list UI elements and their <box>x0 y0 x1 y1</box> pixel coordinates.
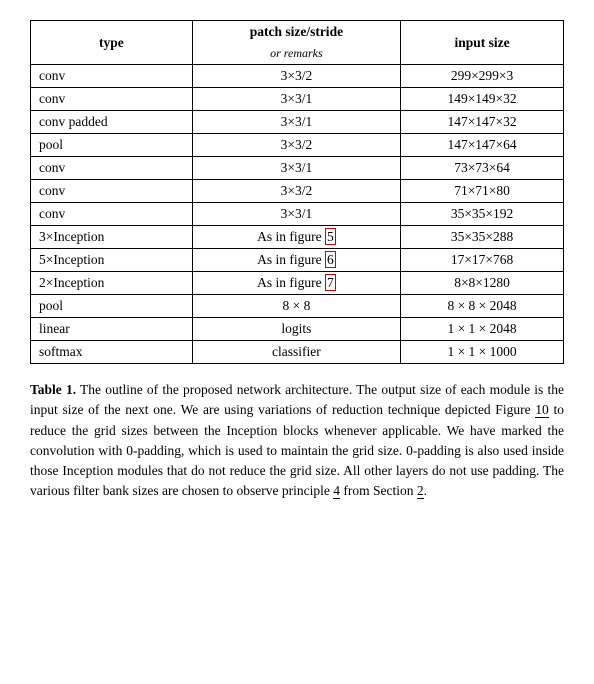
table-row: pool8 × 88 × 8 × 2048 <box>31 295 564 318</box>
table-caption: Table 1. The outline of the proposed net… <box>30 380 564 502</box>
col-header-patch-sub: or remarks <box>192 43 400 65</box>
cell-input: 8×8×1280 <box>401 272 564 295</box>
cell-patch: classifier <box>192 341 400 364</box>
cell-patch: As in figure 7 <box>192 272 400 295</box>
network-architecture-table: type patch size/stride input size or rem… <box>30 20 564 364</box>
cell-type: 5×Inception <box>31 249 193 272</box>
figure-ref-highlight: 7 <box>325 274 336 291</box>
caption-ref2[interactable]: 2 <box>417 483 424 499</box>
cell-input: 299×299×3 <box>401 65 564 88</box>
cell-input: 149×149×32 <box>401 88 564 111</box>
cell-type: conv <box>31 180 193 203</box>
table-row: conv3×3/135×35×192 <box>31 203 564 226</box>
figure-ref-highlight: 6 <box>325 251 336 268</box>
cell-input: 17×17×768 <box>401 249 564 272</box>
cell-input: 147×147×64 <box>401 134 564 157</box>
table-row: 3×InceptionAs in figure 535×35×288 <box>31 226 564 249</box>
cell-type: conv <box>31 65 193 88</box>
table-row: 5×InceptionAs in figure 617×17×768 <box>31 249 564 272</box>
cell-type: conv <box>31 88 193 111</box>
caption-text1: The outline of the proposed network arch… <box>30 382 564 417</box>
table-row: 2×InceptionAs in figure 78×8×1280 <box>31 272 564 295</box>
cell-type: softmax <box>31 341 193 364</box>
table-row: conv padded3×3/1147×147×32 <box>31 111 564 134</box>
cell-patch: As in figure 5 <box>192 226 400 249</box>
table-row: conv3×3/1149×149×32 <box>31 88 564 111</box>
cell-patch: 3×3/2 <box>192 180 400 203</box>
cell-input: 8 × 8 × 2048 <box>401 295 564 318</box>
cell-patch: 3×3/1 <box>192 88 400 111</box>
col-header-input: input size <box>401 21 564 65</box>
cell-type: conv <box>31 203 193 226</box>
table-row: conv3×3/173×73×64 <box>31 157 564 180</box>
cell-type: pool <box>31 295 193 318</box>
table-row: linearlogits1 × 1 × 2048 <box>31 318 564 341</box>
cell-type: 2×Inception <box>31 272 193 295</box>
cell-patch: 3×3/2 <box>192 134 400 157</box>
caption-label: Table 1. <box>30 382 76 397</box>
cell-patch: As in figure 6 <box>192 249 400 272</box>
caption-text3: from Section <box>340 483 417 498</box>
cell-patch: logits <box>192 318 400 341</box>
col-header-type: type <box>31 21 193 65</box>
table-row: softmaxclassifier1 × 1 × 1000 <box>31 341 564 364</box>
cell-input: 35×35×288 <box>401 226 564 249</box>
cell-patch: 8 × 8 <box>192 295 400 318</box>
cell-input: 147×147×32 <box>401 111 564 134</box>
cell-type: pool <box>31 134 193 157</box>
caption-text4: . <box>424 483 427 498</box>
table-row: conv3×3/2299×299×3 <box>31 65 564 88</box>
figure-ref-highlight: 5 <box>325 228 336 245</box>
cell-input: 35×35×192 <box>401 203 564 226</box>
cell-patch: 3×3/1 <box>192 157 400 180</box>
cell-patch: 3×3/2 <box>192 65 400 88</box>
cell-type: conv <box>31 157 193 180</box>
table-row: conv3×3/271×71×80 <box>31 180 564 203</box>
cell-input: 71×71×80 <box>401 180 564 203</box>
cell-input: 73×73×64 <box>401 157 564 180</box>
cell-patch: 3×3/1 <box>192 203 400 226</box>
cell-input: 1 × 1 × 1000 <box>401 341 564 364</box>
col-header-patch-main: patch size/stride <box>192 21 400 44</box>
cell-patch: 3×3/1 <box>192 111 400 134</box>
cell-input: 1 × 1 × 2048 <box>401 318 564 341</box>
caption-ref10[interactable]: 10 <box>535 402 549 418</box>
cell-type: linear <box>31 318 193 341</box>
cell-type: conv padded <box>31 111 193 134</box>
cell-type: 3×Inception <box>31 226 193 249</box>
table-row: pool3×3/2147×147×64 <box>31 134 564 157</box>
